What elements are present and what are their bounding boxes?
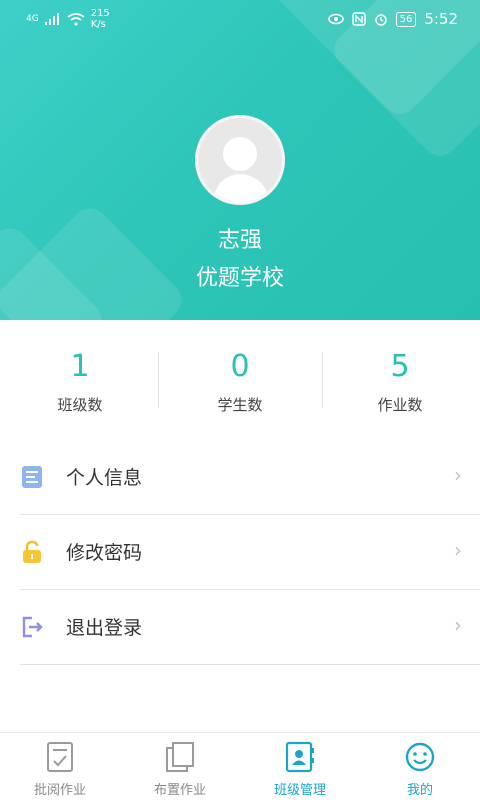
status-bar: 4G 215 K/s 56 5:52 xyxy=(0,0,480,40)
tab-mine[interactable]: 我的 xyxy=(360,733,480,801)
default-avatar-icon xyxy=(212,137,270,202)
stat-label: 作业数 xyxy=(377,396,423,414)
logout-icon xyxy=(22,616,43,638)
tab-grade-homework[interactable]: 批阅作业 xyxy=(0,733,120,801)
tab-label: 布置作业 xyxy=(153,783,206,798)
stat-divider xyxy=(158,352,159,408)
tab-label: 我的 xyxy=(406,783,433,798)
stat-value: 0 xyxy=(230,349,250,384)
alarm-icon xyxy=(374,14,387,26)
stat-homework[interactable]: 5 作业数 xyxy=(320,320,480,420)
speed-unit: K/s xyxy=(90,19,106,30)
school-name: 优题学校 xyxy=(195,266,284,291)
stat-label: 班级数 xyxy=(57,396,103,414)
stat-value: 5 xyxy=(390,349,410,384)
wifi-icon xyxy=(67,12,85,26)
menu-item-label: 修改密码 xyxy=(66,542,143,564)
network-speed: 215 K/s xyxy=(91,8,110,30)
stat-label: 学生数 xyxy=(217,396,263,414)
speed-value: 215 xyxy=(90,8,110,19)
profile-header: 4G 215 K/s 56 5:52 志强 优题学校 xyxy=(0,0,480,320)
document-icon xyxy=(22,466,42,488)
stat-classes[interactable]: 1 班级数 xyxy=(0,320,160,420)
tab-assign-homework[interactable]: 布置作业 xyxy=(120,733,240,801)
stats-panel: 1 班级数 0 学生数 5 作业数 xyxy=(0,320,480,420)
menu-item-label: 退出登录 xyxy=(66,617,143,639)
stat-divider xyxy=(322,352,323,408)
chevron-right-icon: › xyxy=(454,538,462,562)
assign-homework-icon xyxy=(166,742,194,772)
tab-label: 批阅作业 xyxy=(33,783,86,798)
profile-smile-icon xyxy=(405,742,435,772)
tab-class-management[interactable]: 班级管理 xyxy=(240,733,360,801)
chevron-right-icon: › xyxy=(454,463,462,487)
tab-label: 班级管理 xyxy=(273,783,326,798)
grade-homework-icon xyxy=(47,742,73,772)
lock-icon xyxy=(23,540,41,563)
menu-item-label: 个人信息 xyxy=(66,467,143,489)
menu-item-personal-info[interactable]: 个人信息 › xyxy=(20,439,480,515)
avatar[interactable] xyxy=(195,115,285,205)
chevron-right-icon: › xyxy=(454,613,462,637)
stat-value: 1 xyxy=(70,349,90,384)
menu-item-logout[interactable]: 退出登录 › xyxy=(20,589,480,665)
clock: 5:52 xyxy=(424,10,458,28)
signal-icon xyxy=(44,13,59,25)
battery-indicator: 56 xyxy=(395,11,417,27)
stat-students[interactable]: 0 学生数 xyxy=(160,320,320,420)
bottom-tab-bar: 批阅作业 布置作业 班级管理 我的 xyxy=(0,732,480,801)
network-type: 4G xyxy=(26,14,39,24)
class-management-icon xyxy=(285,741,314,773)
user-name: 志强 xyxy=(217,228,262,253)
nfc-icon xyxy=(351,12,366,26)
menu-item-change-password[interactable]: 修改密码 › xyxy=(20,514,480,590)
eye-icon xyxy=(327,13,344,25)
